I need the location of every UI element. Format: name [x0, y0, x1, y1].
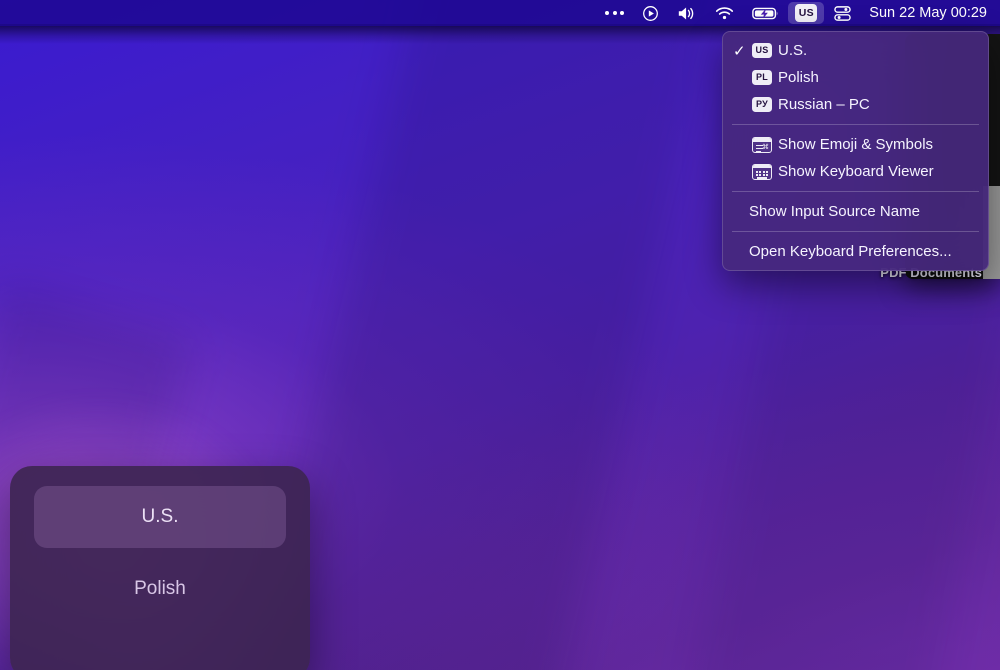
input-source-badge-pl: PL	[752, 70, 778, 85]
menubar-clock[interactable]: Sun 22 May 00:29	[861, 5, 991, 21]
menu-item-label: Polish	[778, 69, 819, 86]
menu-separator	[732, 191, 979, 192]
hud-item-label: U.S.	[141, 506, 179, 527]
more-items-icon[interactable]	[596, 2, 633, 24]
input-source-badge: US	[795, 4, 818, 22]
volume-icon[interactable]	[668, 2, 706, 24]
input-source-dropdown-menu: ✓ US U.S. PL Polish РУ Russian – PC ⌘ Sh…	[722, 31, 989, 271]
menu-separator	[732, 231, 979, 232]
hud-item-label: Polish	[134, 578, 186, 599]
control-center-icon[interactable]	[824, 2, 861, 24]
menu-item-us[interactable]: ✓ US U.S.	[723, 37, 988, 64]
menu-separator	[732, 124, 979, 125]
menu-item-label: Show Emoji & Symbols	[778, 136, 934, 153]
menu-item-show-keyboard-viewer[interactable]: Show Keyboard Viewer	[723, 158, 988, 185]
menu-item-show-input-source-name[interactable]: Show Input Source Name	[723, 198, 988, 225]
menu-item-russian-pc[interactable]: РУ Russian – PC	[723, 91, 988, 118]
checkmark-icon: ✓	[733, 42, 746, 60]
menu-item-label: Show Keyboard Viewer	[778, 163, 934, 180]
menu-item-show-emoji-symbols[interactable]: ⌘ Show Emoji & Symbols	[723, 131, 988, 158]
menu-item-label: Show Input Source Name	[749, 203, 920, 220]
menu-bar: US Sun 22 May 00:29	[0, 0, 1000, 26]
input-source-badge-us: US	[752, 43, 778, 58]
battery-icon[interactable]	[743, 2, 788, 24]
emoji-symbols-icon: ⌘	[752, 136, 778, 153]
desktop-screen: PDF Documents US Sun 22 May 00:29 ✓ US U…	[0, 0, 1000, 670]
wifi-icon[interactable]	[706, 2, 743, 24]
hud-item-us[interactable]: U.S.	[34, 486, 286, 548]
menu-item-label: Open Keyboard Preferences...	[749, 243, 952, 260]
input-source-menu-button[interactable]: US	[788, 2, 825, 24]
keyboard-viewer-icon	[752, 163, 778, 180]
menu-item-label: U.S.	[778, 42, 808, 59]
menu-item-open-keyboard-preferences[interactable]: Open Keyboard Preferences...	[723, 238, 988, 265]
input-source-badge-ru: РУ	[752, 97, 778, 112]
menu-item-polish[interactable]: PL Polish	[723, 64, 988, 91]
hud-item-polish[interactable]: Polish	[34, 558, 286, 620]
now-playing-icon[interactable]	[633, 2, 668, 24]
input-source-switcher-hud: U.S. Polish	[10, 466, 310, 670]
menu-item-label: Russian – PC	[778, 96, 870, 113]
